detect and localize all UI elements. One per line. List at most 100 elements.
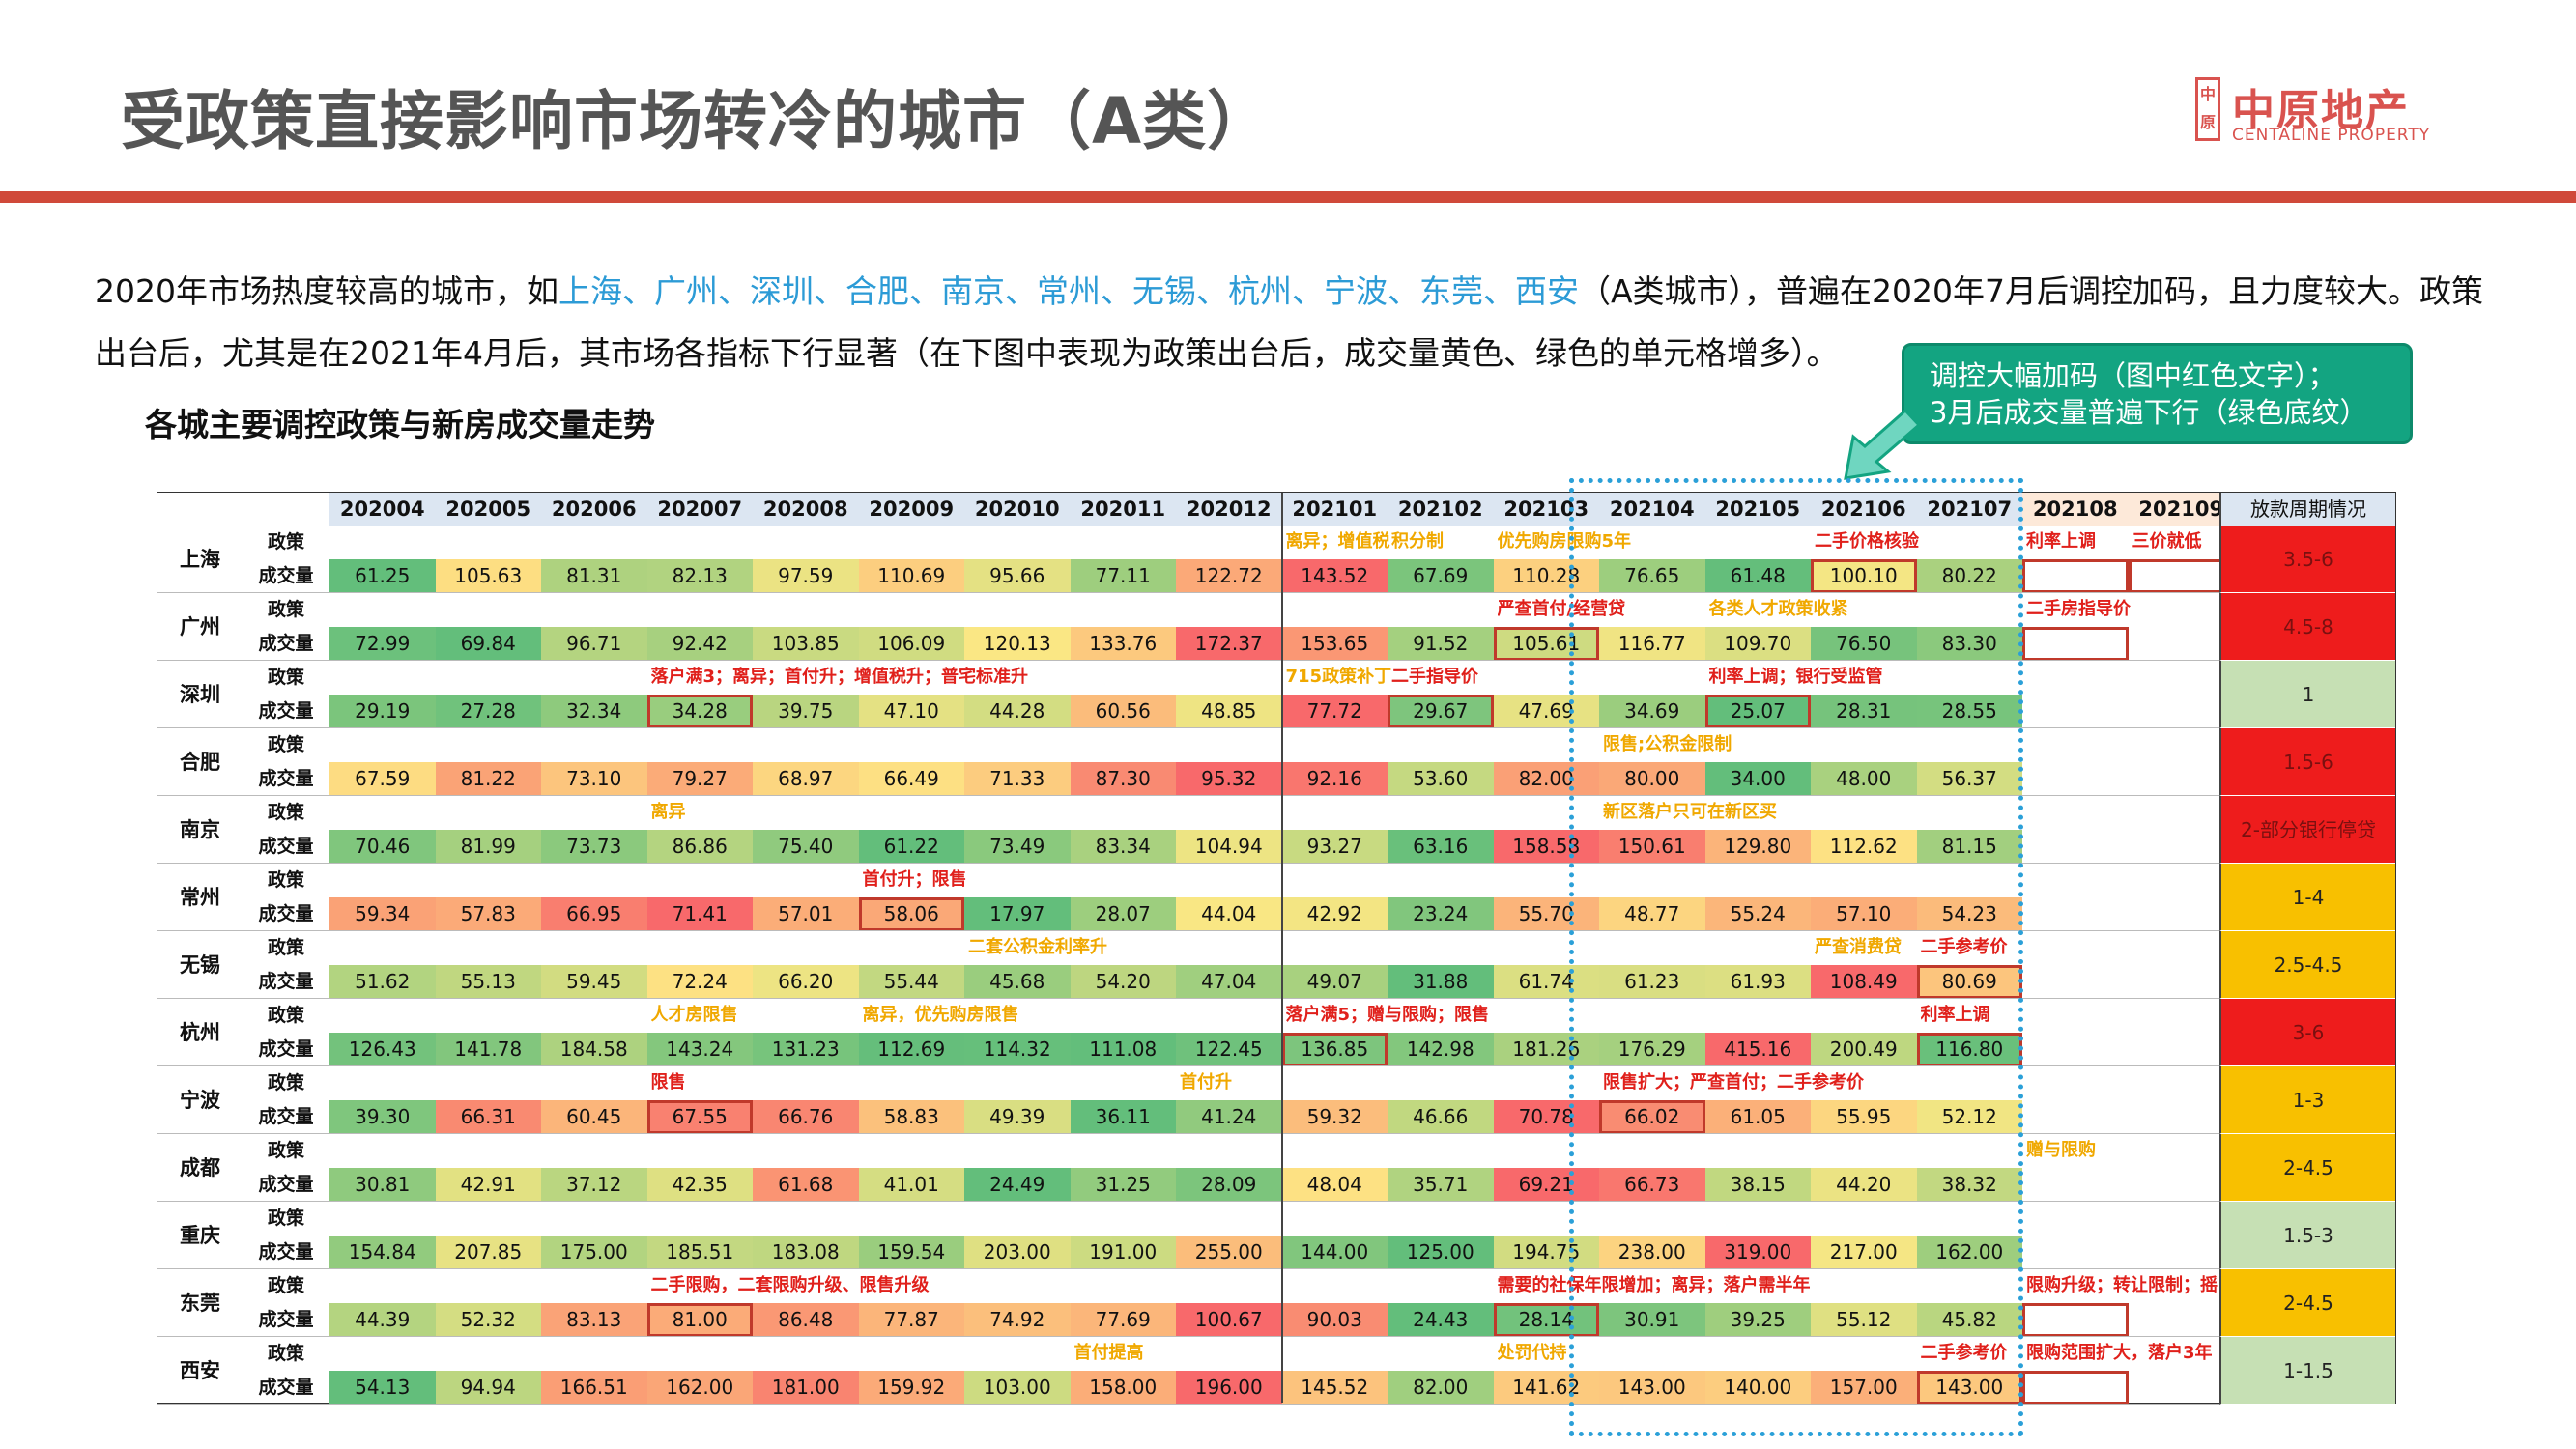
volume-cell: 41.24 (1176, 1100, 1282, 1134)
volume-cell: 100.67 (1176, 1303, 1282, 1337)
month-header: 202102 (1388, 493, 1494, 526)
volume-cell: 44.39 (329, 1303, 436, 1337)
policy-note: 利率上调；银行受监管 (1708, 667, 1883, 687)
row-label-volume: 成交量 (258, 1106, 314, 1127)
volume-cell: 48.00 (1811, 762, 1917, 796)
volume-cell: 97.59 (753, 559, 859, 593)
volume-cell: 91.52 (1388, 627, 1494, 661)
policy-note: 离异；增值税 (1285, 531, 1390, 552)
period-cell: 1-4 (2219, 864, 2395, 931)
volume-cell: 47.69 (1493, 695, 1599, 728)
volume-cell: 81.31 (541, 559, 647, 593)
volume-cell: 60.45 (541, 1100, 647, 1134)
volume-cell: 54.20 (1070, 965, 1176, 999)
volume-cell: 73.73 (541, 830, 647, 864)
row-divider (157, 998, 2219, 999)
policy-note: 首付升 (1180, 1072, 1232, 1093)
month-header: 202105 (1704, 493, 1811, 526)
policy-marked-cell (1704, 695, 1811, 728)
volume-cell: 110.69 (858, 559, 964, 593)
volume-cell: 39.75 (753, 695, 859, 728)
volume-cell: 61.48 (1704, 559, 1811, 593)
volume-cell: 60.56 (1070, 695, 1176, 728)
policy-note: 715政策补丁 (1285, 667, 1392, 687)
policy-note: 二手参考价 (1920, 937, 2008, 957)
volume-cell: 162.00 (1916, 1236, 2022, 1269)
volume-cell: 44.20 (1811, 1168, 1917, 1202)
volume-cell: 196.00 (1176, 1371, 1282, 1405)
volume-cell: 319.00 (1704, 1236, 1811, 1269)
policy-note: 利率上调 (2026, 531, 2096, 552)
volume-cell: 17.97 (964, 897, 1071, 931)
month-header: 202005 (435, 493, 541, 526)
city-label: 成都 (180, 1156, 220, 1179)
period-cell: 3-6 (2219, 999, 2395, 1066)
row-label-volume: 成交量 (258, 1377, 314, 1398)
volume-cell: 125.00 (1388, 1236, 1494, 1269)
volume-cell: 82.00 (1493, 762, 1599, 796)
volume-cell: 66.76 (753, 1100, 859, 1134)
callout-line-1: 调控大幅加码（图中红色文字）； (1930, 359, 2336, 392)
volume-cell: 86.86 (646, 830, 753, 864)
volume-cell: 63.16 (1388, 830, 1494, 864)
policy-note: 二手价格核验 (1815, 531, 1919, 552)
policy-note: 各类人才政策收紧 (1708, 599, 1848, 619)
volume-cell: 104.94 (1176, 830, 1282, 864)
volume-cell: 68.97 (753, 762, 859, 796)
volume-cell: 66.95 (541, 897, 647, 931)
volume-cell: 81.99 (435, 830, 541, 864)
volume-cell: 200.49 (1811, 1033, 1917, 1066)
volume-cell: 159.92 (858, 1371, 964, 1405)
month-header: 202101 (1281, 493, 1388, 526)
volume-cell: 238.00 (1599, 1236, 1705, 1269)
policy-note: 赠与限购 (2026, 1140, 2096, 1160)
volume-cell: 143.24 (646, 1033, 753, 1066)
volume-cell: 126.43 (329, 1033, 436, 1066)
row-label-volume: 成交量 (258, 1309, 314, 1330)
policy-volume-table: 202004 202005 202006 202007 202008 202009 2020… (157, 492, 2396, 1405)
volume-cell: 66.73 (1599, 1168, 1705, 1202)
volume-cell: 94.94 (435, 1371, 541, 1405)
volume-cell: 59.45 (541, 965, 647, 999)
brand-logo: 中原 中原地产 CENTALINE PROPERTY (2195, 75, 2456, 145)
row-label-policy: 政策 (267, 1005, 304, 1026)
month-header: 202006 (541, 493, 647, 526)
period-cell: 2.5-4.5 (2219, 931, 2395, 999)
volume-cell: 83.13 (541, 1303, 647, 1337)
volume-cell: 34.69 (1599, 695, 1705, 728)
policy-note: 落户满3；离异；首付升；增值税升；普宅标准升 (650, 667, 1029, 687)
volume-cell: 122.45 (1176, 1033, 1282, 1066)
city-label: 重庆 (180, 1224, 220, 1247)
row-divider (157, 1133, 2219, 1134)
volume-cell: 31.25 (1070, 1168, 1176, 1202)
volume-cell: 105.63 (435, 559, 541, 593)
policy-marked-cell (858, 897, 964, 931)
month-header: 202104 (1599, 493, 1705, 526)
volume-cell: 76.50 (1811, 627, 1917, 661)
volume-cell: 77.69 (1070, 1303, 1176, 1337)
policy-marked-cell (1599, 1100, 1705, 1134)
volume-cell: 109.70 (1704, 627, 1811, 661)
volume-cell: 150.61 (1599, 830, 1705, 864)
volume-cell: 141.62 (1493, 1371, 1599, 1405)
city-label: 东莞 (180, 1292, 220, 1315)
volume-cell: 95.32 (1176, 762, 1282, 796)
policy-note: 落户满5；赠与限购；限售 (1285, 1005, 1490, 1025)
volume-cell: 48.85 (1176, 695, 1282, 728)
policy-note: 处罚代持 (1497, 1343, 1567, 1363)
month-header: 202004 (329, 493, 436, 526)
volume-cell: 70.78 (1493, 1100, 1599, 1134)
volume-cell: 55.44 (858, 965, 964, 999)
row-label-volume: 成交量 (258, 1038, 314, 1060)
volume-cell: 52.32 (435, 1303, 541, 1337)
volume-cell: 30.91 (1599, 1303, 1705, 1337)
volume-cell: 57.01 (753, 897, 859, 931)
volume-cell: 55.24 (1704, 897, 1811, 931)
policy-note: 限售;公积金限制 (1603, 734, 1732, 754)
volume-cell: 32.34 (541, 695, 647, 728)
volume-cell: 112.62 (1811, 830, 1917, 864)
policy-note: 优先购房限购5年 (1497, 531, 1632, 552)
volume-cell: 255.00 (1176, 1236, 1282, 1269)
policy-note: 严查消费贷 (1815, 937, 1902, 957)
volume-cell: 86.48 (753, 1303, 859, 1337)
